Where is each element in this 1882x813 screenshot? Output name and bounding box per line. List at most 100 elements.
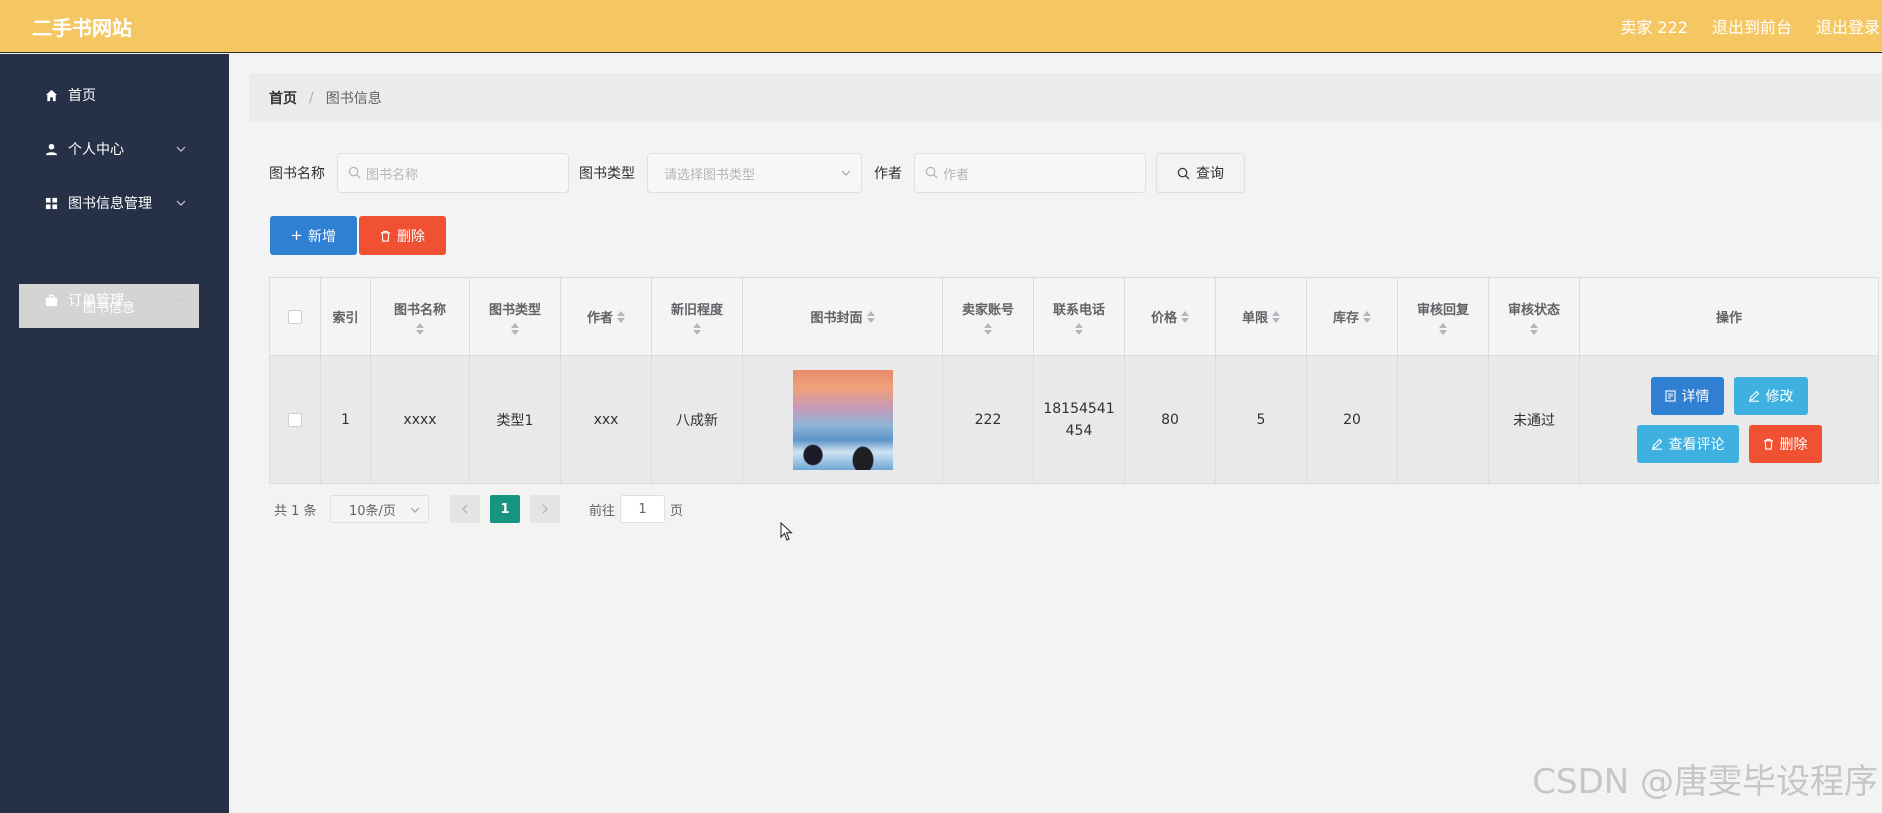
- header-author[interactable]: 作者: [561, 278, 652, 355]
- header-price[interactable]: 价格: [1125, 278, 1216, 355]
- sort-icon[interactable]: [1439, 322, 1447, 335]
- author-input[interactable]: 作者: [914, 153, 1146, 193]
- goto-page-input[interactable]: 1: [620, 495, 665, 523]
- sort-icon[interactable]: [617, 310, 625, 323]
- table-header: 索引 图书名称 图书类型 作者 新旧程度 图书封面 卖家账号 联系电话 价格 单…: [270, 278, 1878, 356]
- book-cover-image[interactable]: [792, 369, 893, 470]
- author-label: 作者: [874, 166, 902, 182]
- batch-delete-button[interactable]: 删除: [359, 216, 446, 255]
- sort-icon[interactable]: [866, 310, 875, 323]
- edit-icon: [1748, 390, 1759, 402]
- add-button[interactable]: 新增: [270, 216, 357, 255]
- sort-icon[interactable]: [984, 322, 992, 335]
- operation-buttons: 详情 修改 查看评论 删除: [1636, 376, 1822, 463]
- document-icon: [1664, 389, 1676, 402]
- current-user: 卖家 222: [1620, 18, 1688, 37]
- header-label: 操作: [1715, 311, 1742, 326]
- row-delete-label: 删除: [1779, 436, 1808, 453]
- header-select-all[interactable]: [270, 278, 321, 355]
- next-page-button[interactable]: [530, 495, 560, 523]
- header-review-status[interactable]: 审核状态: [1489, 278, 1580, 355]
- cell-limit: 5: [1216, 356, 1307, 483]
- sidebar-item-home[interactable]: 首页: [0, 71, 229, 119]
- view-comments-button[interactable]: 查看评论: [1636, 424, 1739, 463]
- breadcrumb-home[interactable]: 首页: [269, 88, 297, 108]
- sidebar-item-label: 订单管理: [68, 293, 124, 309]
- edit-icon: [1651, 438, 1662, 450]
- header-operations: 操作: [1580, 278, 1878, 355]
- chevron-down-icon: [841, 170, 851, 176]
- operation-row: 查看评论 删除: [1636, 424, 1822, 463]
- top-right-links: 卖家 222 退出到前台 退出登录: [1620, 14, 1882, 38]
- row-select[interactable]: [270, 356, 321, 483]
- pagination-total: 共 1 条: [274, 503, 317, 519]
- cell-phone: 18154541 454: [1034, 356, 1125, 483]
- header-seller[interactable]: 卖家账号: [943, 278, 1034, 355]
- cell-condition: 八成新: [652, 356, 743, 483]
- header-review-reply[interactable]: 审核回复: [1398, 278, 1489, 355]
- trash-icon: [380, 230, 391, 242]
- book-type-select[interactable]: 请选择图书类型: [647, 153, 862, 193]
- header-label: 库存: [1332, 311, 1359, 326]
- select-all-checkbox[interactable]: [288, 309, 302, 324]
- header-label: 图书名称: [393, 302, 446, 318]
- book-table: 索引 图书名称 图书类型 作者 新旧程度 图书封面 卖家账号 联系电话 价格 单…: [269, 277, 1879, 484]
- watermark: CSDN @唐雯毕设程序: [1532, 762, 1878, 802]
- header-limit[interactable]: 单限: [1216, 278, 1307, 355]
- book-type-placeholder: 请选择图书类型: [664, 167, 756, 183]
- goto-label: 前往: [589, 504, 616, 519]
- header-book-name[interactable]: 图书名称: [371, 278, 470, 355]
- briefcase-icon: [44, 293, 58, 307]
- site-brand[interactable]: 二手书网站: [32, 12, 132, 41]
- page-size-value: 10条/页: [349, 503, 396, 519]
- sort-icon[interactable]: [1363, 310, 1371, 323]
- sort-icon[interactable]: [1530, 322, 1538, 335]
- sidebar: 首页 个人中心 图书信息管理 图书信息 订单管理: [0, 54, 229, 813]
- logout-link[interactable]: 退出登录: [1816, 14, 1880, 38]
- breadcrumb: 首页 / 图书信息: [249, 73, 1882, 122]
- sort-icon[interactable]: [1272, 310, 1280, 323]
- header-condition[interactable]: 新旧程度: [652, 278, 743, 355]
- prev-page-button[interactable]: [450, 495, 480, 523]
- sort-icon[interactable]: [1181, 310, 1189, 323]
- mouse-cursor-icon: [780, 522, 793, 541]
- page-unit-label: 页: [670, 504, 684, 519]
- sidebar-item-label: 个人中心: [68, 142, 124, 158]
- detail-button[interactable]: 详情: [1650, 376, 1724, 415]
- row-delete-button[interactable]: 删除: [1748, 424, 1822, 463]
- page-size-select[interactable]: 10条/页: [330, 495, 429, 523]
- row-checkbox[interactable]: [288, 412, 302, 427]
- header-cover[interactable]: 图书封面: [743, 278, 943, 355]
- header-stock[interactable]: 库存: [1307, 278, 1398, 355]
- query-button[interactable]: 查询: [1156, 153, 1245, 193]
- cell-book-name: xxxx: [371, 356, 470, 483]
- header-label: 价格: [1150, 311, 1177, 326]
- sort-icon[interactable]: [416, 322, 424, 335]
- header-book-type[interactable]: 图书类型: [470, 278, 561, 355]
- cell-price: 80: [1125, 356, 1216, 483]
- book-type-label: 图书类型: [579, 166, 635, 182]
- sort-icon[interactable]: [511, 322, 519, 335]
- header-phone[interactable]: 联系电话: [1034, 278, 1125, 355]
- sidebar-item-book-management[interactable]: 图书信息管理: [0, 179, 229, 227]
- book-name-input[interactable]: 图书名称: [337, 153, 569, 193]
- header-label: 索引: [332, 311, 359, 326]
- cell-review-reply: [1398, 356, 1489, 483]
- chevron-down-icon: [410, 507, 420, 513]
- header-label: 单限: [1241, 311, 1268, 326]
- sort-icon[interactable]: [1075, 322, 1083, 335]
- edit-button[interactable]: 修改: [1733, 376, 1808, 415]
- cell-cover: [743, 356, 943, 483]
- breadcrumb-separator: /: [309, 89, 314, 106]
- header-index: 索引: [321, 278, 371, 355]
- sidebar-item-personal-center[interactable]: 个人中心: [0, 125, 229, 173]
- breadcrumb-current: 图书信息: [325, 90, 382, 107]
- cell-author: xxx: [561, 356, 652, 483]
- sidebar-item-label: 图书信息管理: [68, 196, 152, 212]
- back-to-front-link[interactable]: 退出到前台: [1712, 14, 1792, 38]
- header-label: 图书封面: [810, 311, 863, 326]
- operation-row: 详情 修改: [1650, 376, 1808, 415]
- sidebar-item-orders[interactable]: 订单管理: [0, 276, 229, 324]
- sort-icon[interactable]: [693, 322, 701, 335]
- page-number-current[interactable]: 1: [490, 495, 520, 523]
